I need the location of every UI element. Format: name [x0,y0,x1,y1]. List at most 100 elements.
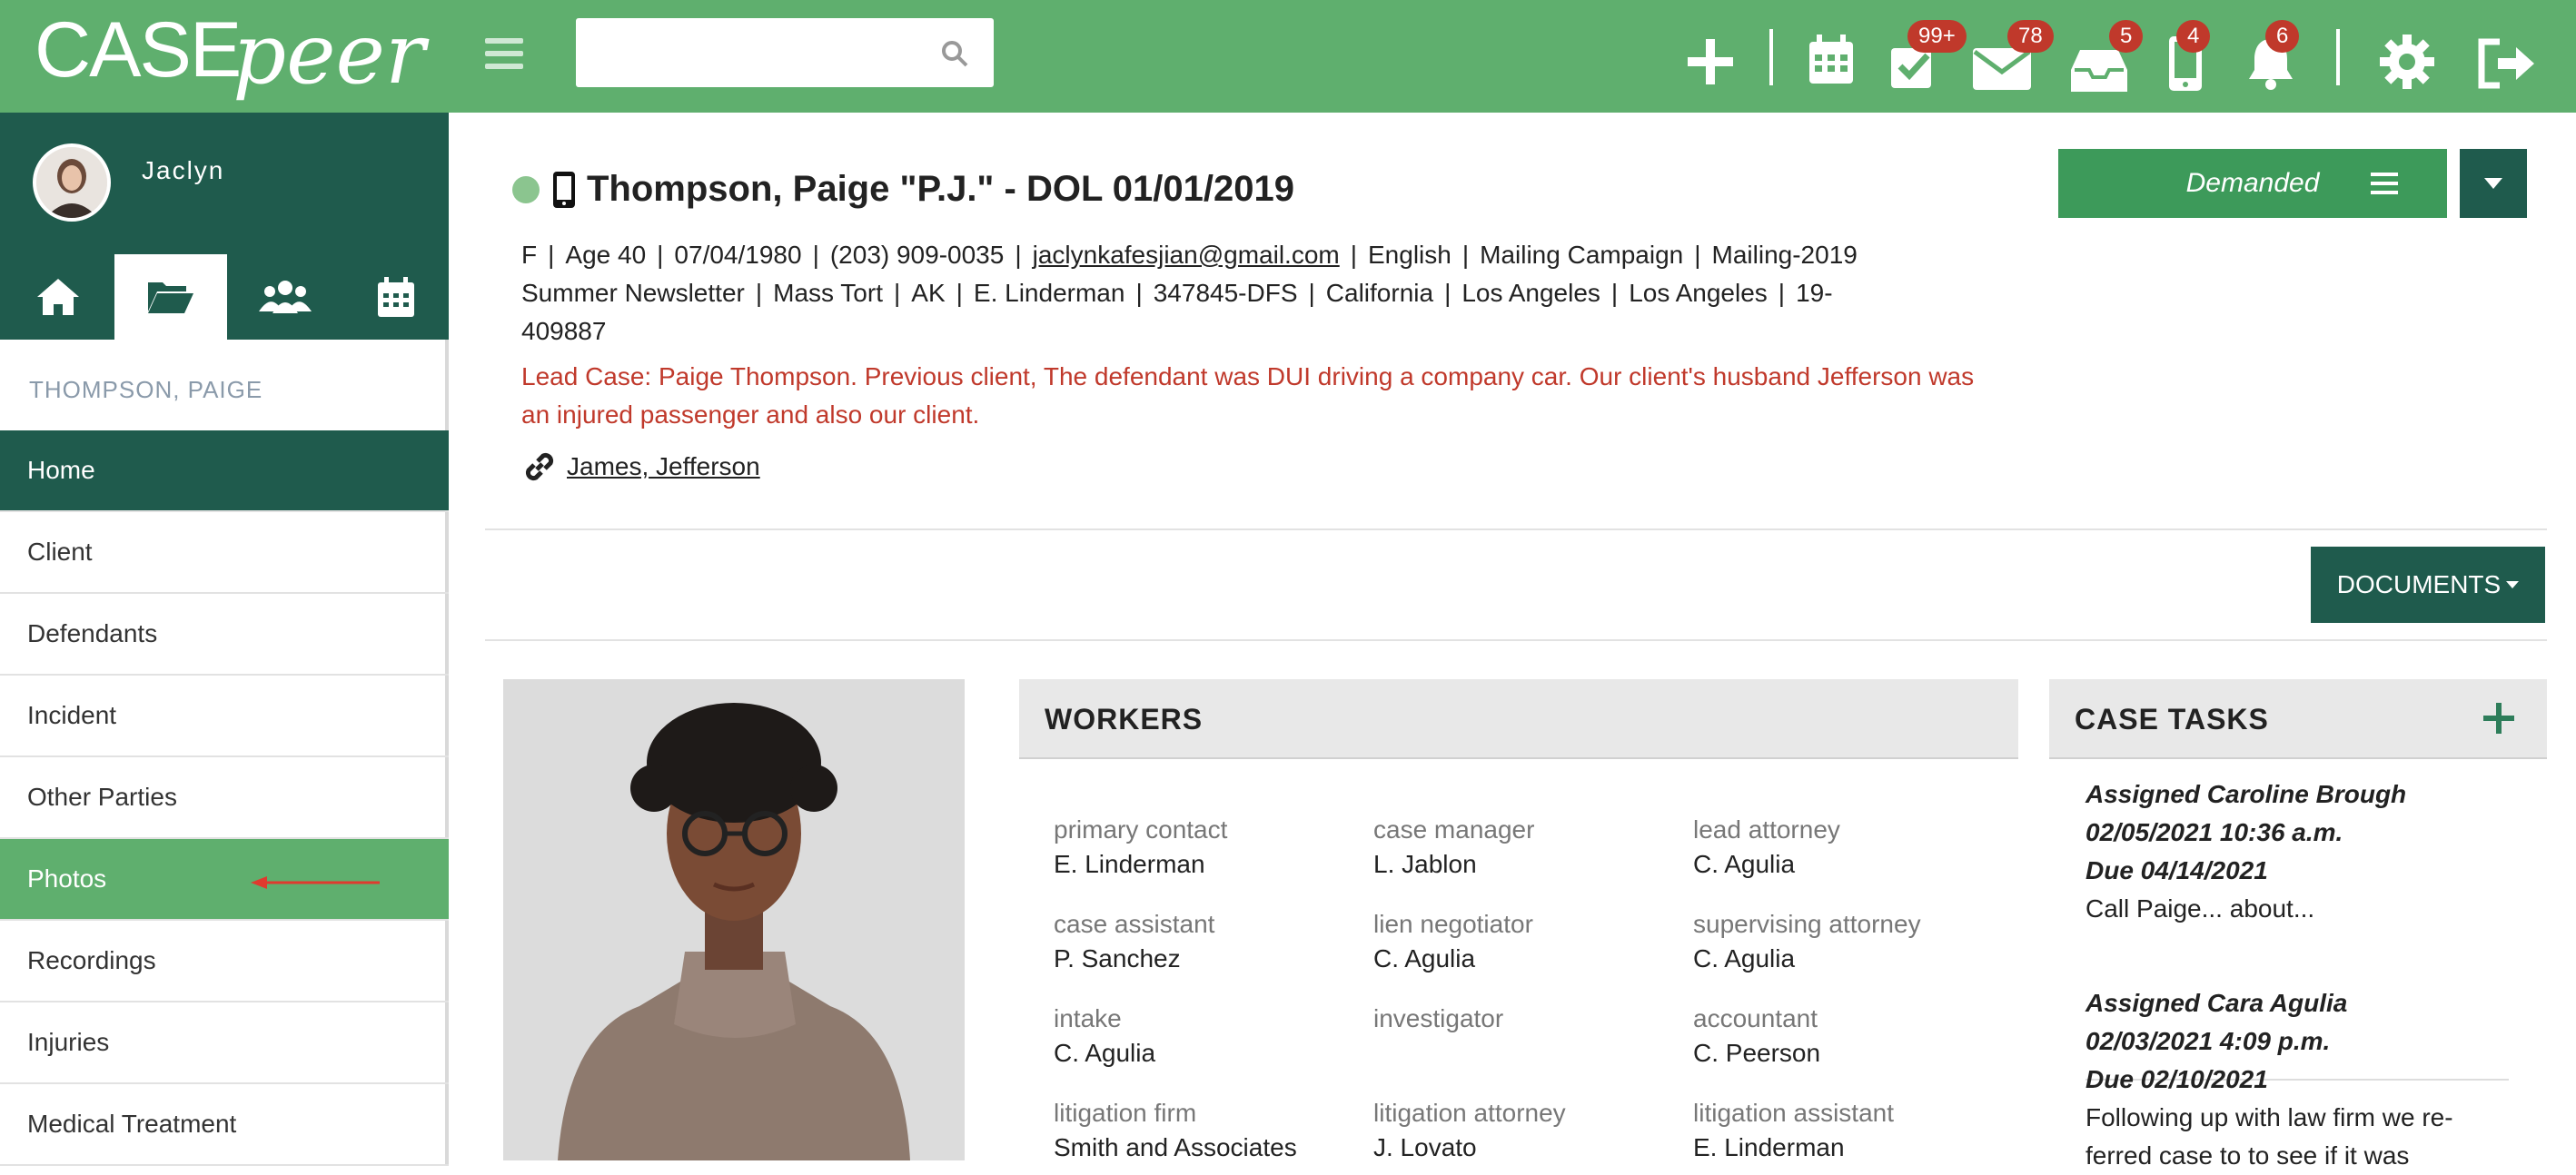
worker-name: C. Agulia [1693,944,1796,973]
nav-item-defendants[interactable]: Defendants [0,594,449,676]
inbox-badge: 5 [2109,20,2144,53]
notifications-badge: 6 [2265,20,2300,53]
meta-county: Los Angeles [1461,279,1600,307]
worker-role: intake [1054,1004,1122,1032]
nav-item-photos[interactable]: Photos [0,839,449,921]
sidebar-tab-home[interactable] [2,254,114,340]
linked-case-link[interactable]: James, Jefferson [567,452,760,481]
divider [485,528,2547,530]
user-name: Jaclyn [142,156,225,184]
task-text: Call Paige... about... [2086,894,2315,923]
meta-campaign: Mailing-2019 [1711,241,1858,269]
arrow-left-icon [251,876,380,889]
task-due: Due 04/14/2021 [2086,856,2268,884]
nav-item-label: Photos [27,864,107,893]
nav-item-injuries[interactable]: Injuries [0,1002,449,1084]
meta-language: English [1368,241,1451,269]
sidebar-tab-contacts[interactable] [229,254,342,340]
worker-role: lead attorney [1693,815,1840,844]
meta-item: Summer Newsletter [521,279,745,307]
divider [485,639,2547,641]
worker-name: C. Agulia [1373,944,1476,973]
meta-state: California [1325,279,1434,307]
sidebar-header: Jaclyn [0,113,449,340]
worker-name: J. Lovato [1373,1133,1477,1161]
worker-cell: investigator [1373,1004,1691,1039]
meta-dob: 07/04/1980 [674,241,802,269]
case-meta: F | Age 40 | 07/04/1980 | (203) 909-0035 | jacly… [521,236,1993,351]
worker-name: E. Linderman [1054,850,1205,878]
nav-item-recordings[interactable]: Recordings [0,921,449,1002]
worker-name: Smith and Associates [1054,1133,1297,1161]
calendar-icon[interactable] [1808,29,1855,91]
documents-button[interactable]: DOCUMENTS [2311,547,2545,623]
worker-role: case manager [1373,815,1535,844]
tasks-badge: 99+ [1907,20,1967,53]
plus-icon[interactable] [1686,31,1735,93]
worker-role: litigation firm [1054,1099,1197,1127]
worker-role: investigator [1373,1004,1504,1032]
menu-toggle-icon[interactable] [485,38,523,69]
task-due: Due 02/10/2021 [2086,1065,2268,1093]
case-status-label: Demanded [2185,168,2320,198]
lead-case-note: Lead Case: Paige Thompson. Previous clie… [521,362,1975,429]
mobile-icon [553,171,575,208]
task-item[interactable]: Assigned Cara Agulia 02/03/2021 4:09 p.m… [2086,984,2512,1175]
task-date: 02/03/2021 4:09 p.m. [2086,1027,2331,1055]
page-title: Thompson, Paige "P.J." - DOL 01/01/2019 [587,169,1294,209]
nav-item-other-parties[interactable]: Other Parties [0,757,449,839]
worker-name: L. Jablon [1373,850,1477,878]
worker-cell: case manager L. Jablon [1373,815,1691,879]
task-date: 02/05/2021 10:36 a.m. [2086,818,2343,846]
worker-name: P. Sanchez [1054,944,1181,973]
search-input[interactable] [576,18,921,87]
worker-role: primary contact [1054,815,1228,844]
worker-cell: litigation assistant E. Linderman [1693,1099,2011,1162]
case-status-button[interactable]: Demanded [2058,149,2447,218]
meta-phone: (203) 909-0035 [829,241,1005,269]
client-label: THOMPSON, PAIGE [29,376,263,403]
worker-cell: intake C. Agulia [1054,1004,1372,1068]
linked-case[interactable]: James, Jefferson [521,449,760,485]
top-bar: CASEpeer 99+ 78 5 4 6 [0,0,2576,113]
worker-role: litigation assistant [1693,1099,1895,1127]
avatar[interactable] [33,143,111,222]
sidebar-tab-calendar[interactable] [340,254,452,340]
case-nav: Home Client Defendants Incident Other Pa… [0,430,449,1166]
sidebar: Jaclyn THOMPSON, PAIGE Home Client Defen… [0,113,449,1166]
sidebar-tab-cases[interactable] [114,254,227,340]
app-logo[interactable]: CASEpeer [35,5,425,103]
task-assignee: Assigned Caroline Brough [2086,780,2407,808]
case-title-row: Thompson, Paige "P.J." - DOL 01/01/2019 [512,169,1294,210]
users-icon [259,281,312,313]
meta-city: Los Angeles [1629,279,1768,307]
gear-icon[interactable] [2380,31,2434,93]
worker-role: case assistant [1054,910,1215,938]
meta-email-link[interactable]: jaclynkafesjian@gmail.com [1033,241,1340,269]
worker-cell: lead attorney C. Agulia [1693,815,2011,879]
add-task-icon[interactable] [2483,703,2514,734]
client-photo[interactable] [503,679,965,1160]
meta-case-number-cont: 409887 [521,317,607,345]
list-menu-icon [2371,173,2398,200]
meta-item: 347845-DFS [1153,279,1298,307]
documents-label: DOCUMENTS [2336,570,2502,598]
logout-icon[interactable] [2476,33,2538,94]
meta-item: E. Linderman [973,279,1125,307]
task-text: Following up with law firm we re-ferred … [2086,1103,2453,1170]
calendar-small-icon [378,277,414,317]
logo-case: CASE [35,6,242,94]
nav-item-client[interactable]: Client [0,512,449,594]
nav-item-home[interactable]: Home [0,430,449,512]
nav-item-incident[interactable]: Incident [0,676,449,757]
task-item[interactable]: Assigned Caroline Brough 02/05/2021 10:3… [2086,775,2512,928]
workers-title: WORKERS [1019,679,2018,759]
worker-cell: litigation firm Smith and Associates [1054,1099,1372,1162]
phone-badge: 4 [2176,20,2211,53]
worker-name: C. Agulia [1693,850,1796,878]
mail-badge: 78 [2007,20,2054,53]
status-dropdown-button[interactable] [2460,149,2527,218]
search-icon[interactable] [941,40,968,67]
nav-item-medical-treatment[interactable]: Medical Treatment [0,1084,449,1166]
meta-case-number: 19- [1796,279,1833,307]
